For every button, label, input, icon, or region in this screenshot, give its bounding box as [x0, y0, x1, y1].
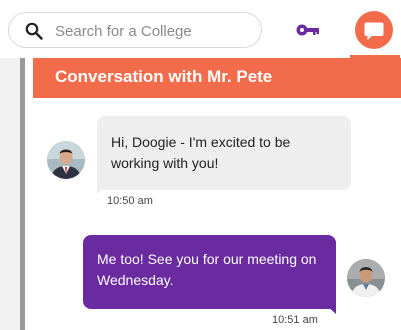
avatar-mr-pete-image — [47, 141, 85, 179]
chat-bubble-icon[interactable] — [354, 10, 394, 50]
app-window: Conversation with Mr. Pete Hi, Doogie - … — [0, 0, 401, 330]
message-text: Me too! See you for our meeting on Wedne… — [97, 251, 317, 288]
bubble-tail — [326, 305, 336, 314]
message-timestamp: 10:51 am — [272, 314, 318, 326]
conversation-header: Conversation with Mr. Pete — [33, 58, 401, 98]
conversation-title: Conversation with Mr. Pete — [55, 67, 273, 86]
avatar-doogie-image — [347, 259, 385, 297]
left-rail — [0, 58, 20, 330]
message-text: Hi, Doogie - I'm excited to be working w… — [111, 134, 291, 171]
bubble-tail — [97, 186, 107, 194]
avatar-mr-pete — [47, 141, 85, 179]
search-icon[interactable] — [25, 22, 43, 40]
search-box[interactable] — [8, 12, 262, 48]
left-rail-divider — [20, 58, 25, 330]
search-input[interactable] — [55, 19, 255, 43]
message-bubble-outgoing: Me too! See you for our meeting on Wedne… — [83, 235, 336, 309]
message-timestamp: 10:50 am — [107, 195, 153, 207]
key-icon[interactable] — [296, 22, 320, 38]
top-bar — [0, 0, 401, 58]
message-bubble-incoming: Hi, Doogie - I'm excited to be working w… — [97, 116, 351, 190]
avatar-doogie — [347, 259, 385, 297]
